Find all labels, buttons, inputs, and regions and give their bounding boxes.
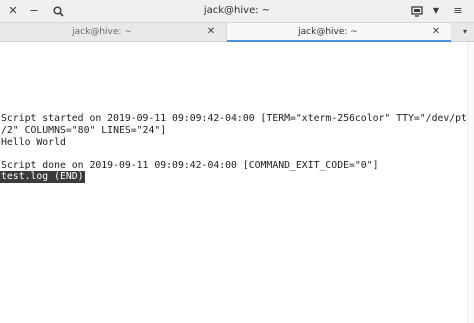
close-icon[interactable]: ✕ [6, 3, 20, 19]
terminal-scrollbar[interactable] [467, 42, 474, 323]
window-title: jack@hive: ~ [203, 5, 271, 16]
tab-bar: jack@hive: ~ ✕ jack@hive: ~ ✕ ▾ [0, 23, 474, 42]
header-bar: ✕ − jack@hive: ~ ▼ ≡ [0, 0, 474, 23]
hamburger-menu-icon[interactable]: ≡ [450, 3, 466, 19]
tab-label: jack@hive: ~ [298, 27, 358, 37]
tab-label: jack@hive: ~ [72, 27, 132, 37]
search-icon[interactable] [51, 3, 65, 19]
terminal-line: /2" COLUMNS="80" LINES="24"] [1, 125, 167, 136]
new-tab-icon[interactable] [409, 3, 425, 19]
terminal-line: Hello World [1, 137, 66, 148]
terminal-window: ✕ − jack@hive: ~ ▼ ≡ jack@hive: ~ ✕ jack… [0, 0, 474, 323]
terminal-line: Script started on 2019-09-11 09:09:42-04… [1, 113, 473, 124]
terminal-output[interactable]: Script started on 2019-09-11 09:09:42-04… [0, 42, 473, 323]
tab-2[interactable]: jack@hive: ~ ✕ [227, 23, 451, 42]
pager-status: test.log (END) [0, 171, 85, 183]
minimize-icon[interactable]: − [27, 3, 41, 19]
chevron-down-icon[interactable]: ▼ [430, 3, 442, 19]
tab-1[interactable]: jack@hive: ~ ✕ [0, 23, 227, 41]
tab-close-icon[interactable]: ✕ [206, 23, 216, 41]
tab-close-icon[interactable]: ✕ [431, 23, 441, 41]
tab-dropdown-icon[interactable]: ▾ [458, 23, 472, 41]
